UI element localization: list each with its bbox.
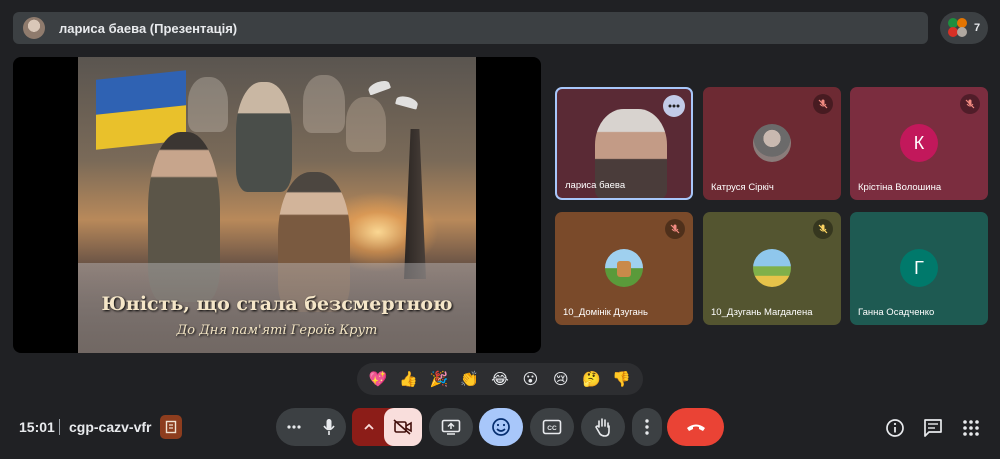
participant-photo [753, 124, 791, 162]
reaction-crying[interactable]: 😢 [549, 372, 573, 387]
presentation-view[interactable]: Юність, що стала безсмертною До Дня пам'… [13, 57, 541, 353]
emoji-smile-icon [492, 418, 510, 436]
soldier-figure [303, 75, 345, 133]
reaction-party-popper[interactable]: 🎉 [427, 372, 451, 387]
participant-name: 10_Дзугань Магдалена [711, 307, 813, 318]
document-icon [165, 420, 177, 434]
participant-avatars-icon [948, 18, 968, 38]
soldier-figure [188, 77, 228, 132]
slide-image: Юність, що стала безсмертною До Дня пам'… [78, 57, 476, 353]
activity-badge[interactable] [160, 415, 182, 439]
hang-up-icon [686, 424, 705, 431]
participant-tile[interactable]: лариса баева [555, 87, 693, 200]
chat-button[interactable] [921, 416, 945, 440]
more-options-button[interactable] [632, 408, 662, 446]
participant-name: Катруся Сіркіч [711, 182, 774, 193]
divider [59, 419, 60, 435]
raise-hand-button[interactable] [581, 408, 625, 446]
reactions-bar: 💖 👍 🎉 👏 😂 😮 😢 🤔 👎 [357, 363, 643, 395]
slide-title: Юність, що стала безсмертною [101, 293, 453, 315]
more-options-button[interactable] [663, 95, 685, 117]
presenter-title: лариса баева (Презентація) [59, 20, 238, 36]
presenter-bar[interactable]: лариса баева (Презентація) [13, 12, 928, 44]
dove-image [366, 78, 392, 96]
participant-tile[interactable]: 10_Дзугань Магдалена [703, 212, 841, 325]
participant-tile[interactable]: Г Ганна Осадченко [850, 212, 988, 325]
participant-tile[interactable]: К Крістіна Волошина [850, 87, 988, 200]
presenter-avatar [23, 17, 45, 39]
participant-tile[interactable]: 10_Домінік Дзугань [555, 212, 693, 325]
present-screen-icon [441, 419, 461, 435]
participant-photo [605, 249, 643, 287]
mic-control-group [276, 408, 346, 446]
present-screen-button[interactable] [429, 408, 473, 446]
apps-grid-icon [963, 420, 979, 436]
mic-off-icon [665, 219, 685, 239]
participant-name: Ганна Осадченко [858, 307, 935, 318]
reactions-button[interactable] [479, 408, 523, 446]
dove-image [395, 94, 419, 110]
slide-subtitle: До Дня пам'яті Героїв Крут [176, 323, 378, 338]
closed-captions-icon: CC [542, 419, 562, 435]
participant-photo [753, 249, 791, 287]
reaction-thumbs-up[interactable]: 👍 [397, 372, 421, 387]
leave-call-button[interactable] [667, 408, 724, 446]
chat-icon [924, 419, 942, 437]
participant-name: лариса баева [565, 180, 626, 191]
reaction-sparkling-heart[interactable]: 💖 [366, 372, 390, 387]
obelisk-image [404, 129, 426, 279]
camera-control-group [352, 408, 422, 446]
reaction-laughing[interactable]: 😂 [488, 372, 512, 387]
camera-off-button[interactable] [384, 408, 422, 446]
current-time: 15:01 [19, 419, 55, 435]
reaction-thumbs-down[interactable]: 👎 [610, 372, 634, 387]
people-button[interactable]: 7 [940, 12, 988, 44]
raise-hand-icon [595, 418, 610, 437]
more-vertical-icon [645, 419, 649, 435]
reaction-surprised[interactable]: 😮 [518, 372, 542, 387]
people-count: 7 [974, 22, 981, 34]
soldier-figure [346, 97, 386, 152]
svg-text:CC: CC [547, 425, 557, 432]
reaction-thinking[interactable]: 🤔 [579, 372, 603, 387]
meeting-info-button[interactable] [883, 416, 907, 440]
meeting-code: cgp-cazv-vfr [69, 419, 152, 435]
participant-letter-avatar: Г [900, 249, 938, 287]
meet-window: лариса баева (Презентація) 7 Юність, що … [0, 0, 1000, 459]
participant-letter-avatar: К [900, 124, 938, 162]
mic-off-icon [960, 94, 980, 114]
participant-name: Крістіна Волошина [858, 182, 942, 193]
reaction-clapping[interactable]: 👏 [458, 372, 482, 387]
more-horizontal-icon [668, 104, 680, 108]
activities-button[interactable] [959, 416, 983, 440]
more-horizontal-icon[interactable] [286, 425, 301, 429]
camera-off-icon [393, 419, 412, 435]
participant-name: 10_Домінік Дзугань [563, 307, 648, 318]
mic-off-icon [813, 219, 833, 239]
chevron-up-icon[interactable] [364, 423, 374, 431]
captions-button[interactable]: CC [530, 408, 574, 446]
mic-off-icon [813, 94, 833, 114]
microphone-icon[interactable] [322, 418, 336, 436]
soldier-figure [236, 82, 292, 192]
info-icon [886, 419, 904, 437]
participant-tile[interactable]: Катруся Сіркіч [703, 87, 841, 200]
